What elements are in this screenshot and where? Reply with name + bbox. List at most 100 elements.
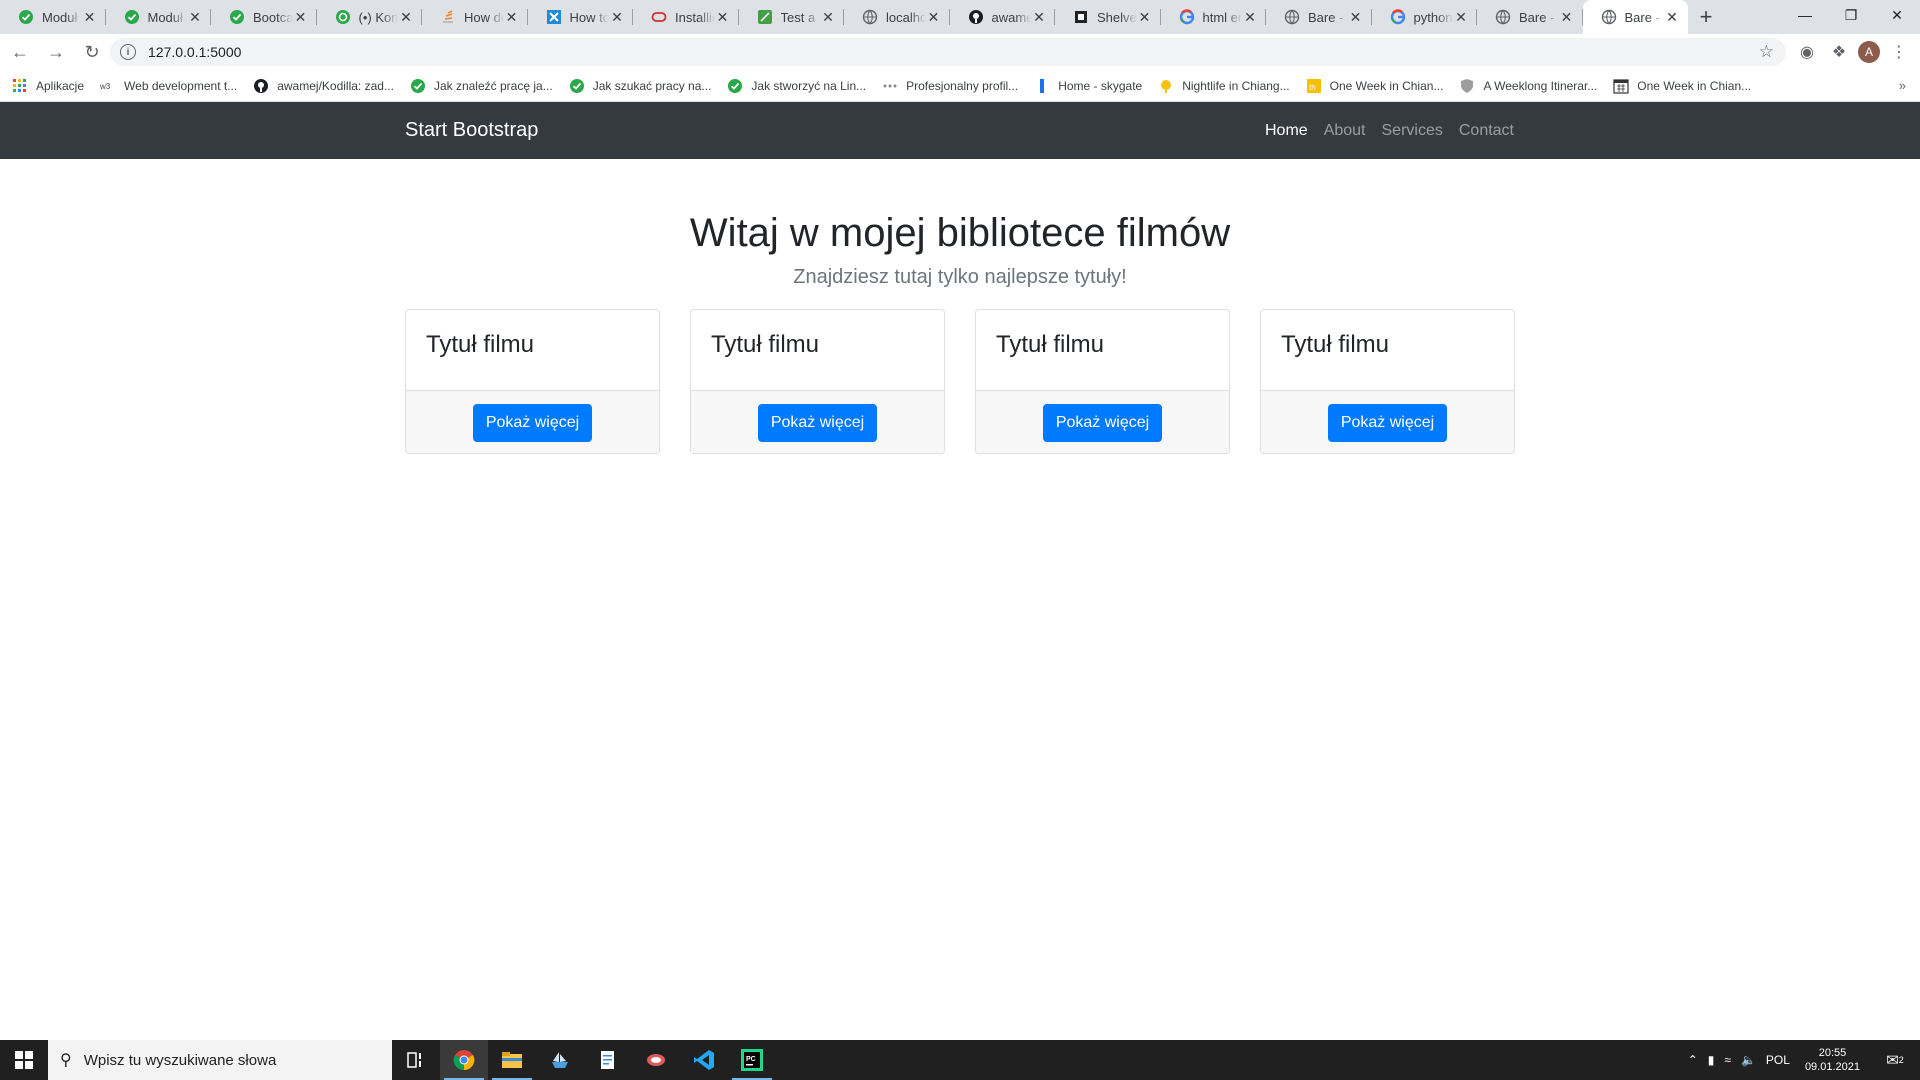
vscode-icon[interactable] (680, 1040, 728, 1080)
bookmark-item[interactable]: Nightlife in Chiang... (1158, 78, 1290, 94)
tab-title: Shelve (1097, 9, 1137, 25)
forward-icon[interactable]: → (40, 38, 72, 66)
nav-link-about[interactable]: About (1324, 122, 1366, 140)
back-icon[interactable]: ← (4, 38, 36, 66)
show-more-button[interactable]: Pokaż więcej (1042, 403, 1163, 442)
browser-tab[interactable]: Moduł ✕ (106, 0, 211, 34)
task-view-icon[interactable] (392, 1040, 440, 1080)
bookmark-item[interactable]: Home - skygate (1034, 78, 1142, 94)
site-info-icon[interactable]: i (120, 44, 136, 60)
show-more-button[interactable]: Pokaż więcej (472, 403, 593, 442)
language-indicator[interactable]: POL (1766, 1053, 1790, 1067)
snipping-icon[interactable] (632, 1040, 680, 1080)
tab-close-icon[interactable]: ✕ (1453, 9, 1469, 25)
tab-close-icon[interactable]: ✕ (820, 9, 836, 25)
bookmark-item[interactable]: Aplikacje (12, 78, 84, 94)
action-center-icon[interactable]: ✉ 2 (1875, 1040, 1915, 1080)
bookmark-label: Web development t... (124, 78, 238, 93)
tab-title: localhos (886, 9, 926, 25)
tab-title: awamej (991, 9, 1032, 25)
battery-icon[interactable]: ▮ (1708, 1053, 1715, 1067)
tab-close-icon[interactable]: ✕ (1242, 9, 1258, 25)
search-icon: ⚲ (60, 1052, 72, 1069)
show-more-button[interactable]: Pokaż więcej (757, 403, 878, 442)
bookmark-item[interactable]: th One Week in Chian... (1306, 78, 1443, 94)
reload-icon[interactable]: ↻ (76, 38, 108, 66)
tab-close-icon[interactable]: ✕ (82, 9, 98, 25)
bookmark-item[interactable]: Jak znaleźć pracę ja... (410, 78, 553, 94)
tab-close-icon[interactable]: ✕ (1031, 9, 1047, 25)
tab-close-icon[interactable]: ✕ (715, 9, 731, 25)
card-body: Tytuł filmu (976, 310, 1229, 391)
url-text[interactable]: 127.0.0.1:5000 (148, 44, 241, 60)
restore-icon[interactable]: ❐ (1828, 0, 1874, 30)
nav-link-home[interactable]: Home (1265, 122, 1308, 140)
bookmark-star-icon[interactable]: ☆ (1759, 42, 1774, 62)
browser-tab[interactable]: Shelve ✕ (1055, 0, 1161, 34)
tab-close-icon[interactable]: ✕ (609, 9, 625, 25)
new-tab-button[interactable]: + (1688, 0, 1724, 34)
menu-kebab-icon[interactable]: ⋮ (1886, 38, 1912, 66)
nav-link-contact[interactable]: Contact (1459, 122, 1514, 140)
volume-icon[interactable]: 🔈 (1741, 1053, 1756, 1067)
tab-close-icon[interactable]: ✕ (398, 9, 414, 25)
profile-avatar[interactable]: A (1858, 41, 1880, 63)
browser-tab[interactable]: How do✕ (422, 0, 528, 34)
tray-chevron-up-icon[interactable]: ⌃ (1688, 1053, 1698, 1067)
bookmark-item[interactable]: One Week in Chian... (1613, 78, 1751, 94)
tab-title: Bare - S (1624, 9, 1665, 25)
wifi-icon[interactable]: ≈ (1724, 1053, 1731, 1067)
file-explorer-icon[interactable] (488, 1040, 536, 1080)
browser-tab[interactable]: awamej✕ (950, 0, 1055, 34)
bookmark-item[interactable]: Profesjonalny profil... (882, 78, 1018, 94)
extension-icon[interactable]: ◉ (1794, 38, 1820, 66)
address-bar[interactable]: i 127.0.0.1:5000 ☆ (110, 38, 1786, 66)
taskbar-clock[interactable]: 20:55 09.01.2021 (1805, 1046, 1860, 1074)
show-more-button[interactable]: Pokaż więcej (1327, 403, 1448, 442)
tab-close-icon[interactable]: ✕ (1664, 9, 1680, 25)
chrome-icon[interactable] (440, 1040, 488, 1080)
browser-tab[interactable]: How to ✕ (528, 0, 633, 34)
minimize-icon[interactable]: — (1782, 0, 1828, 30)
windows-taskbar: ⚲ Wpisz tu wyszukiwane słowa PC ⌃ ▮ ≈ 🔈 … (0, 1040, 1920, 1080)
tab-close-icon[interactable]: ✕ (293, 9, 309, 25)
browser-tab[interactable]: python ✕ (1372, 0, 1477, 34)
nav-link-services[interactable]: Services (1382, 122, 1443, 140)
bookmark-label: Home - skygate (1058, 78, 1143, 93)
browser-tab[interactable]: Installin✕ (633, 0, 739, 34)
tab-close-icon[interactable]: ✕ (187, 9, 203, 25)
bookmarks-overflow-icon[interactable]: » (1899, 78, 1906, 93)
bookmark-item[interactable]: Jak szukać pracy na... (569, 78, 711, 94)
green-check-icon (124, 9, 140, 25)
browser-tab[interactable]: (•) Kom ✕ (317, 0, 422, 34)
blue-x-icon (546, 9, 562, 25)
tab-close-icon[interactable]: ✕ (1348, 9, 1364, 25)
bookmark-item[interactable]: w3 Web development t... (100, 78, 237, 94)
browser-tab[interactable]: html en ✕ (1161, 0, 1266, 34)
puzzle-extensions-icon[interactable]: ❖ (1826, 38, 1852, 66)
windows-start-icon[interactable] (0, 1040, 48, 1080)
notepad-icon[interactable] (584, 1040, 632, 1080)
browser-tab[interactable]: Bare - S✕ (1266, 0, 1372, 34)
tab-close-icon[interactable]: ✕ (504, 9, 520, 25)
navbar-brand[interactable]: Start Bootstrap (405, 119, 538, 142)
browser-tab[interactable]: localhos✕ (844, 0, 950, 34)
browser-tab[interactable]: Moduł ✕ (0, 0, 106, 34)
tab-close-icon[interactable]: ✕ (926, 9, 942, 25)
ship-app-icon[interactable] (536, 1040, 584, 1080)
browser-tab[interactable]: Test a R✕ (739, 0, 844, 34)
taskbar-search-input[interactable]: ⚲ Wpisz tu wyszukiwane słowa (48, 1040, 392, 1080)
yellow-pin-icon (1158, 78, 1174, 94)
bookmark-item[interactable]: Jak stworzyć na Lin... (727, 78, 866, 94)
tab-close-icon[interactable]: ✕ (1137, 9, 1153, 25)
card-footer: Pokaż więcej (691, 391, 944, 453)
bookmark-item[interactable]: awamej/Kodilla: zad... (253, 78, 394, 94)
pycharm-icon[interactable]: PC (728, 1040, 776, 1080)
browser-tab[interactable]: Bare - S✕ (1582, 0, 1688, 34)
tab-close-icon[interactable]: ✕ (1559, 9, 1575, 25)
browser-tab[interactable]: Bootcam✕ (211, 0, 317, 34)
bookmark-label: Jak znaleźć pracę ja... (433, 78, 553, 93)
bookmark-item[interactable]: A Weeklong Itinerar... (1459, 78, 1597, 94)
close-window-icon[interactable]: ✕ (1874, 0, 1920, 30)
browser-tab[interactable]: Bare - S✕ (1477, 0, 1583, 34)
